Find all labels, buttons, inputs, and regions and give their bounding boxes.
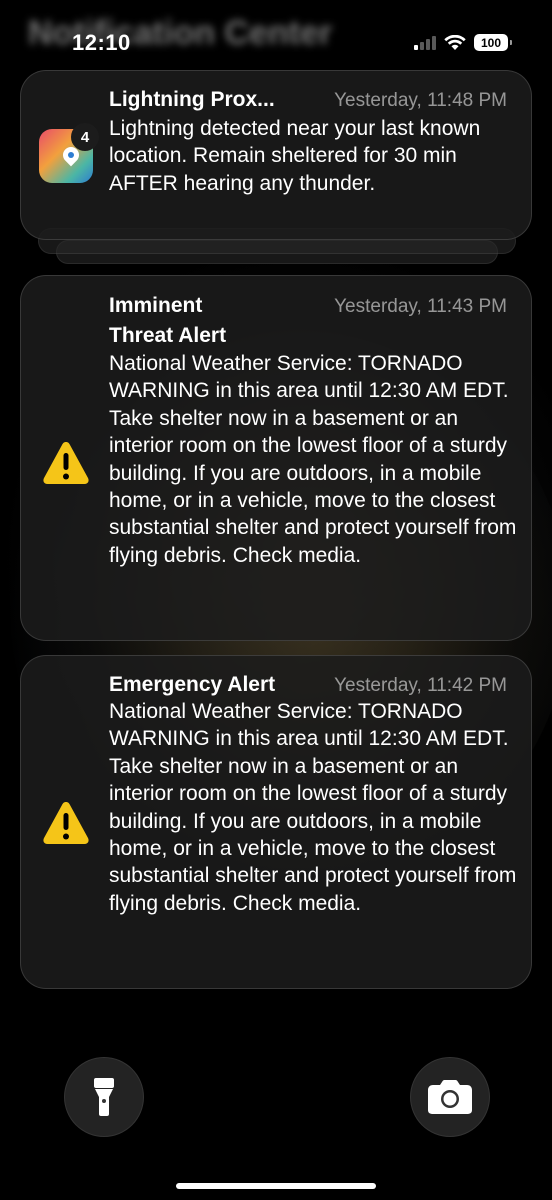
notification-body: National Weather Service: TORNADO WARNIN… [109,352,517,567]
notification-lightning[interactable]: 4 Lightning Prox... Yesterday, 11:48 PM … [20,70,532,240]
battery-icon: 100 [474,34,512,51]
notification-timestamp: Yesterday, 11:42 PM [334,675,507,696]
flashlight-icon [94,1078,114,1116]
warning-icon [39,796,93,850]
cellular-signal-icon [414,35,436,50]
notification-timestamp: Yesterday, 11:43 PM [334,296,507,317]
notification-title-line2: Threat Alert [109,324,227,347]
lightning-app-icon: 4 [39,123,99,183]
notification-app-name: Lightning Prox... [109,88,275,111]
notification-title-line1: Imminent [109,294,203,317]
home-indicator[interactable] [176,1183,376,1189]
warning-icon [39,436,93,490]
camera-icon [428,1080,472,1114]
notification-emergency-alert[interactable]: Emergency Alert Yesterday, 11:42 PM Nati… [20,655,532,989]
flashlight-button[interactable] [64,1057,144,1137]
notification-timestamp: Yesterday, 11:48 PM [334,90,507,111]
notification-count-badge: 4 [71,123,99,151]
notification-title: Emergency Alert [109,673,276,696]
status-time: 12:10 [72,30,131,55]
lock-screen: Notification Center 12:10 100 4 Lightnin… [0,0,552,1200]
notification-body: Lightning detected near your last known … [109,117,481,195]
notification-body: National Weather Service: TORNADO WARNIN… [109,700,517,915]
status-icons: 100 [414,34,512,51]
camera-button[interactable] [410,1057,490,1137]
wifi-icon [444,34,466,50]
notification-imminent-threat[interactable]: Imminent Threat Alert Yesterday, 11:43 P… [20,275,532,641]
